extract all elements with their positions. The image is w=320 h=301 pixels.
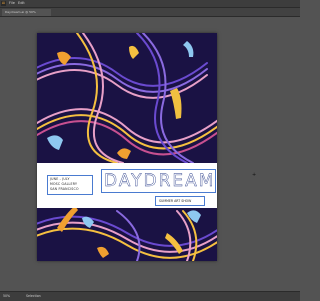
zoom-level[interactable]: 50% xyxy=(3,293,10,300)
poster-title: DAYDREAM xyxy=(104,171,216,191)
event-details-box[interactable]: JUNE - JULY MOSC GALLERY SAN FRANCISCO xyxy=(47,175,93,195)
event-venue: MOSC GALLERY xyxy=(50,182,78,186)
menu-file[interactable]: File xyxy=(9,0,15,7)
menu-bar: Ai File Edit xyxy=(0,0,300,8)
app-logo-icon: Ai xyxy=(1,1,6,6)
poster-artwork xyxy=(37,33,217,261)
event-dates: JUNE - JULY xyxy=(50,177,70,181)
menu-edit[interactable]: Edit xyxy=(18,0,25,7)
cross-cursor-icon: + xyxy=(252,172,257,178)
poster-subtitle: SUMMER ART SHOW xyxy=(159,199,192,203)
title-text-frame[interactable]: DAYDREAM xyxy=(101,169,216,193)
current-tool-status: Selection xyxy=(26,294,41,298)
poster-artboard[interactable]: JUNE - JULY MOSC GALLERY SAN FRANCISCO D… xyxy=(37,33,217,261)
subtitle-text-frame[interactable]: SUMMER ART SHOW xyxy=(155,196,205,206)
document-tab-bar: Daydream.ai @ 50% xyxy=(0,8,300,17)
poster-title-banner: JUNE - JULY MOSC GALLERY SAN FRANCISCO D… xyxy=(37,163,217,208)
event-city: SAN FRANCISCO xyxy=(50,187,79,191)
document-tab[interactable]: Daydream.ai @ 50% xyxy=(2,9,51,16)
